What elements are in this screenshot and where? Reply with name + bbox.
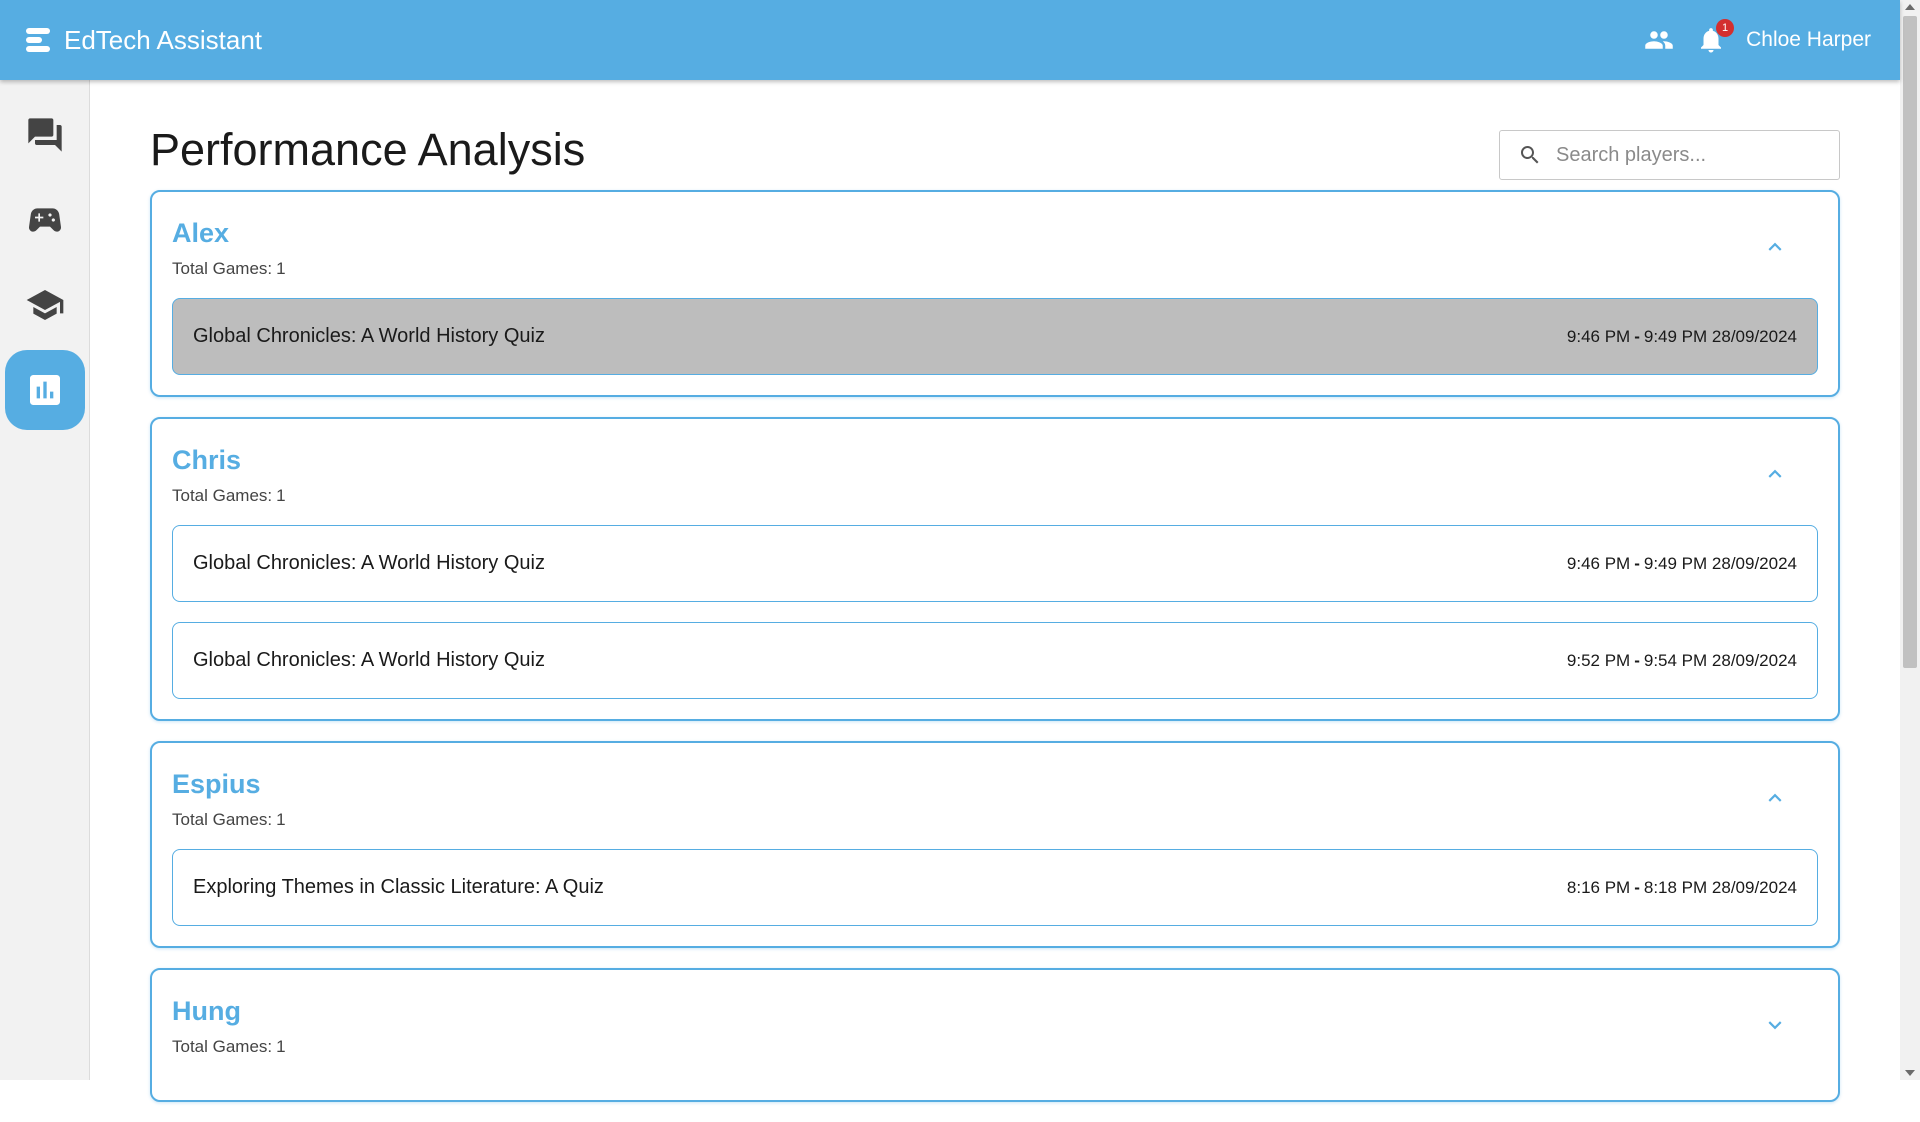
game-end-time: 9:49 PM 28/09/2024	[1643, 553, 1797, 573]
search-box[interactable]	[1499, 130, 1840, 180]
notifications-button[interactable]: 1	[1696, 19, 1735, 55]
time-separator: -	[1634, 650, 1640, 670]
game-time: 9:52 PM -9:54 PM 28/09/2024	[1567, 651, 1797, 671]
gamepad-icon	[28, 208, 62, 232]
game-session-row[interactable]: Global Chronicles: A World History Quiz 9…	[172, 525, 1818, 602]
total-games-value: 1	[276, 259, 286, 278]
chevron-up-icon	[1768, 469, 1782, 478]
total-games-label: Total Games:	[172, 1037, 273, 1056]
school-icon	[26, 290, 64, 320]
player-card: Hung Total Games: 1	[150, 968, 1840, 1102]
player-name: Espius	[172, 769, 261, 799]
search-icon	[1521, 146, 1539, 164]
total-games: Total Games: 1	[172, 810, 1818, 830]
player-card-header[interactable]: Espius Total Games: 1	[172, 743, 1818, 849]
player-name: Alex	[172, 218, 230, 248]
scroll-up-arrow[interactable]	[1905, 4, 1915, 10]
user-name[interactable]: Chloe Harper	[1746, 28, 1871, 52]
total-games-label: Total Games:	[172, 810, 273, 829]
forum-icon	[28, 118, 62, 152]
time-separator: -	[1634, 326, 1640, 346]
brand[interactable]: EdTech Assistant	[24, 25, 262, 56]
time-separator: -	[1634, 877, 1640, 897]
scroll-thumb[interactable]	[1903, 16, 1917, 668]
game-start-time: 8:16 PM	[1566, 877, 1631, 897]
sidebar-item-courses[interactable]	[5, 265, 85, 345]
player-card: Chris Total Games: 1 Global Chronicles: A W…	[150, 417, 1840, 721]
expand-button[interactable]	[1762, 1012, 1788, 1038]
page-title: Performance Analysis	[150, 124, 586, 175]
sidebar	[0, 80, 90, 1080]
game-start-time: 9:52 PM	[1566, 650, 1631, 670]
game-time: 9:46 PM -9:49 PM 28/09/2024	[1567, 554, 1797, 574]
time-separator: -	[1634, 553, 1640, 573]
game-session-row[interactable]: Global Chronicles: A World History Quiz 9…	[172, 622, 1818, 699]
game-session-row[interactable]: Global Chronicles: A World History Quiz 9…	[172, 298, 1818, 375]
player-card: Alex Total Games: 1 Global Chronicles: A Wo…	[150, 190, 1840, 397]
game-title: Global Chronicles: A World History Quiz	[193, 552, 545, 574]
people-icon[interactable]	[1644, 25, 1674, 55]
total-games-value: 1	[276, 810, 286, 829]
player-card-header[interactable]: Hung Total Games: 1	[172, 970, 1818, 1080]
game-title: Exploring Themes in Classic Literature: …	[193, 876, 604, 898]
player-card-header[interactable]: Chris Total Games: 1	[172, 419, 1818, 525]
game-start-time: 9:46 PM	[1566, 553, 1631, 573]
scrollbar[interactable]	[1900, 0, 1920, 1080]
total-games: Total Games: 1	[172, 1037, 1818, 1057]
total-games-label: Total Games:	[172, 486, 273, 505]
search-input[interactable]	[1556, 143, 1826, 167]
top-app-bar: EdTech Assistant 1 Chloe Harper	[0, 0, 1900, 80]
player-name: Chris	[172, 445, 242, 475]
total-games-value: 1	[276, 1037, 286, 1056]
total-games-label: Total Games:	[172, 259, 273, 278]
chevron-up-icon	[1768, 793, 1782, 802]
total-games: Total Games: 1	[172, 259, 1818, 279]
sidebar-item-chat[interactable]	[5, 95, 85, 175]
game-end-time: 8:18 PM 28/09/2024	[1643, 877, 1797, 897]
sidebar-item-games[interactable]	[5, 180, 85, 260]
game-end-time: 9:54 PM 28/09/2024	[1643, 650, 1797, 670]
player-card-header[interactable]: Alex Total Games: 1	[172, 192, 1818, 298]
collapse-button[interactable]	[1762, 234, 1788, 260]
total-games-value: 1	[276, 486, 286, 505]
total-games: Total Games: 1	[172, 486, 1818, 506]
game-title: Global Chronicles: A World History Quiz	[193, 325, 545, 347]
player-card: Espius Total Games: 1 Exploring Themes in C…	[150, 741, 1840, 948]
chevron-down-icon	[1768, 1021, 1782, 1030]
bar-chart-icon	[30, 375, 60, 405]
player-list: Alex Total Games: 1 Global Chronicles: A Wo…	[150, 190, 1840, 1122]
notification-badge: 1	[1716, 19, 1735, 37]
game-session-row[interactable]: Exploring Themes in Classic Literature: …	[172, 849, 1818, 926]
player-name: Hung	[172, 996, 241, 1026]
sidebar-item-analytics[interactable]	[5, 350, 85, 430]
game-title: Global Chronicles: A World History Quiz	[193, 649, 545, 671]
game-end-time: 9:49 PM 28/09/2024	[1643, 326, 1797, 346]
scroll-down-arrow[interactable]	[1905, 1070, 1915, 1076]
chevron-up-icon	[1768, 242, 1782, 251]
game-time: 9:46 PM -9:49 PM 28/09/2024	[1567, 327, 1797, 347]
app-logo-icon	[26, 28, 50, 52]
game-time: 8:16 PM -8:18 PM 28/09/2024	[1567, 878, 1797, 898]
game-start-time: 9:46 PM	[1566, 326, 1631, 346]
app-title: EdTech Assistant	[64, 24, 262, 55]
collapse-button[interactable]	[1762, 785, 1788, 811]
collapse-button[interactable]	[1762, 461, 1788, 487]
